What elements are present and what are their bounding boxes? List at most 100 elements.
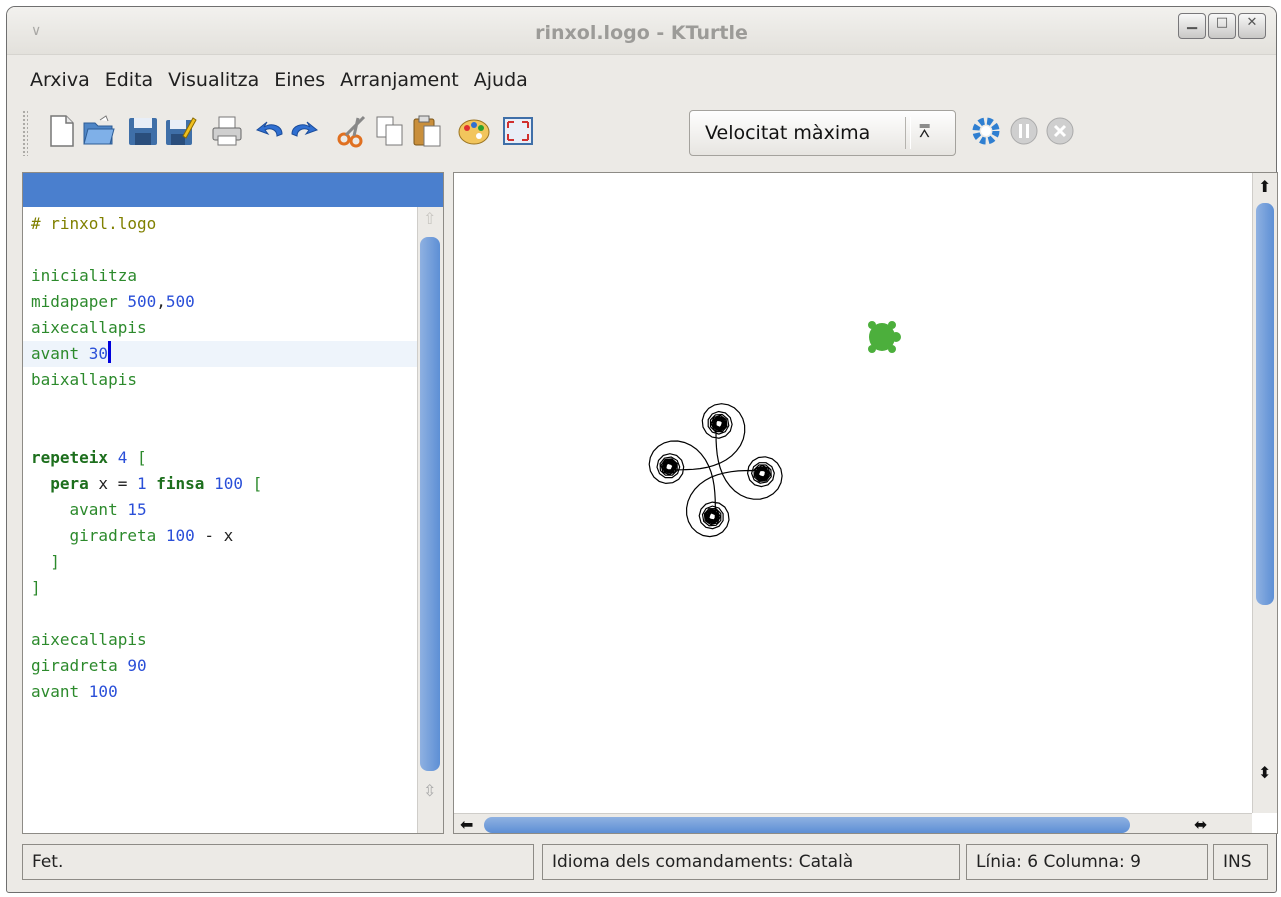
close-icon: ✕ <box>1246 15 1258 30</box>
code-token: ] <box>31 578 41 597</box>
dropdown-arrow-icon: ⩞ <box>919 121 930 142</box>
code-token: 100 <box>214 474 243 493</box>
code-token: - x <box>194 526 234 545</box>
fullscreen-icon[interactable] <box>501 114 535 148</box>
menu-ajuda[interactable]: Ajuda <box>474 69 528 91</box>
scroll-up-icon[interactable]: ⬆ <box>1258 179 1271 195</box>
code-line: giradreta 90 <box>31 653 147 679</box>
save-as-icon[interactable] <box>163 114 197 148</box>
status-insert-mode: INS <box>1213 844 1268 880</box>
editor-scroll-thumb[interactable] <box>420 237 440 771</box>
code-token: finsa <box>156 474 205 493</box>
code-token: 1 <box>136 474 147 493</box>
code-token: midapaper <box>31 292 128 311</box>
code-token: repeteix <box>31 448 109 467</box>
code-line: repeteix 4 [ <box>31 445 147 471</box>
minimize-button[interactable]: ▁ <box>1178 13 1206 39</box>
code-token: aixecallapis <box>31 630 147 649</box>
code-line: avant 100 <box>31 679 118 705</box>
code-token: 500 <box>165 292 195 311</box>
code-token: aixecallapis <box>31 318 147 337</box>
code-line: avant 15 <box>31 497 147 523</box>
code-token: 100 <box>88 682 118 701</box>
code-token: , <box>156 292 166 311</box>
copy-icon[interactable] <box>373 114 407 148</box>
scroll-left-icon[interactable]: ⬅ <box>460 817 473 833</box>
maximize-icon: □ <box>1215 15 1229 30</box>
status-message: Fet. <box>22 844 534 880</box>
speed-select[interactable]: Velocitat màxima ⩞ <box>689 110 956 156</box>
spiral-path <box>648 403 783 538</box>
save-icon[interactable] <box>126 114 160 148</box>
code-token: giradreta <box>31 656 128 675</box>
editor-vertical-scrollbar[interactable]: ⇧ ⇳ <box>417 207 443 833</box>
canvas-h-scroll-thumb[interactable] <box>484 817 1130 833</box>
code-line: giradreta 100 - x <box>31 523 234 549</box>
menu-eines[interactable]: Eines <box>274 69 325 91</box>
text-cursor <box>108 341 112 363</box>
code-token: [ <box>136 448 147 467</box>
toolbar-grip[interactable] <box>22 110 28 156</box>
scroll-up-down-icon[interactable]: ⬍ <box>1258 765 1271 781</box>
code-line: ] <box>31 549 60 575</box>
close-button[interactable]: ✕ <box>1238 13 1266 39</box>
editor-scroll-up-icon[interactable]: ⇧ <box>423 211 436 227</box>
code-token: 90 <box>127 656 147 675</box>
code-line: aixecallapis <box>31 627 147 653</box>
print-icon[interactable] <box>210 114 244 148</box>
code-token: ] <box>31 552 60 571</box>
stop-icon[interactable] <box>1043 114 1077 148</box>
title-bar: ∨ rinxol.logo - KTurtle ▁ □ ✕ <box>7 7 1276 55</box>
canvas-vertical-scrollbar[interactable]: ⬆ ⬍ <box>1252 173 1277 813</box>
code-line: # rinxol.logo <box>31 211 156 237</box>
menu-visualitza[interactable]: Visualitza <box>168 69 259 91</box>
cut-icon[interactable] <box>336 114 370 148</box>
minimize-icon: ▁ <box>1187 15 1197 30</box>
turtle-canvas[interactable] <box>454 173 1252 813</box>
speed-value: Velocitat màxima <box>705 122 871 144</box>
turtle-drawing <box>648 403 783 538</box>
menu-arranjament[interactable]: Arranjament <box>340 69 459 91</box>
code-token: inicialitza <box>31 266 137 285</box>
code-token: giradreta <box>31 526 166 545</box>
paste-icon[interactable] <box>410 114 444 148</box>
code-line: aixecallapis <box>31 315 147 341</box>
undo-icon[interactable] <box>252 114 286 148</box>
code-token: 15 <box>127 500 147 519</box>
code-editor-pane: # rinxol.logo inicialitza midapaper 500,50… <box>22 172 444 834</box>
pause-icon[interactable] <box>1007 114 1041 148</box>
menu-arxiva[interactable]: Arxiva <box>30 69 90 91</box>
code-token: baixallapis <box>31 370 137 389</box>
run-icon[interactable] <box>969 114 1003 148</box>
open-file-icon[interactable] <box>82 114 116 148</box>
code-token: # rinxol.logo <box>31 214 157 233</box>
scroll-left-right-icon[interactable]: ⬌ <box>1194 817 1207 833</box>
code-token: avant <box>31 344 89 363</box>
code-token: avant <box>31 682 89 701</box>
maximize-button[interactable]: □ <box>1208 13 1236 39</box>
turtle-sprite <box>868 321 901 353</box>
code-token: 500 <box>127 292 157 311</box>
code-token: 4 <box>117 448 128 467</box>
code-token: avant <box>31 500 128 519</box>
colour-picker-icon[interactable] <box>457 114 491 148</box>
window-title: rinxol.logo - KTurtle <box>535 22 748 44</box>
status-position: Línia: 6 Columna: 9 <box>966 844 1208 880</box>
redo-icon[interactable] <box>288 114 322 148</box>
code-editor[interactable]: # rinxol.logo inicialitza midapaper 500,50… <box>23 207 417 833</box>
code-token: 100 <box>165 526 195 545</box>
menu-edita[interactable]: Edita <box>105 69 153 91</box>
canvas-horizontal-scrollbar[interactable]: ⬅ ⬌ <box>454 813 1252 833</box>
menu-bar: Arxiva Edita Visualitza Eines Arranjamen… <box>7 61 543 99</box>
new-file-icon[interactable] <box>45 114 79 148</box>
editor-header <box>23 173 443 207</box>
drawing-canvas-pane: ⬅ ⬌ ⬆ ⬍ <box>453 172 1278 834</box>
editor-scroll-updown-icon[interactable]: ⇳ <box>423 783 436 799</box>
code-line: avant 30 <box>31 341 112 367</box>
canvas-v-scroll-thumb[interactable] <box>1256 203 1274 605</box>
code-token: pera <box>50 474 89 493</box>
status-language: Idioma dels comandaments: Català <box>542 844 960 880</box>
code-line: ] <box>31 575 41 601</box>
